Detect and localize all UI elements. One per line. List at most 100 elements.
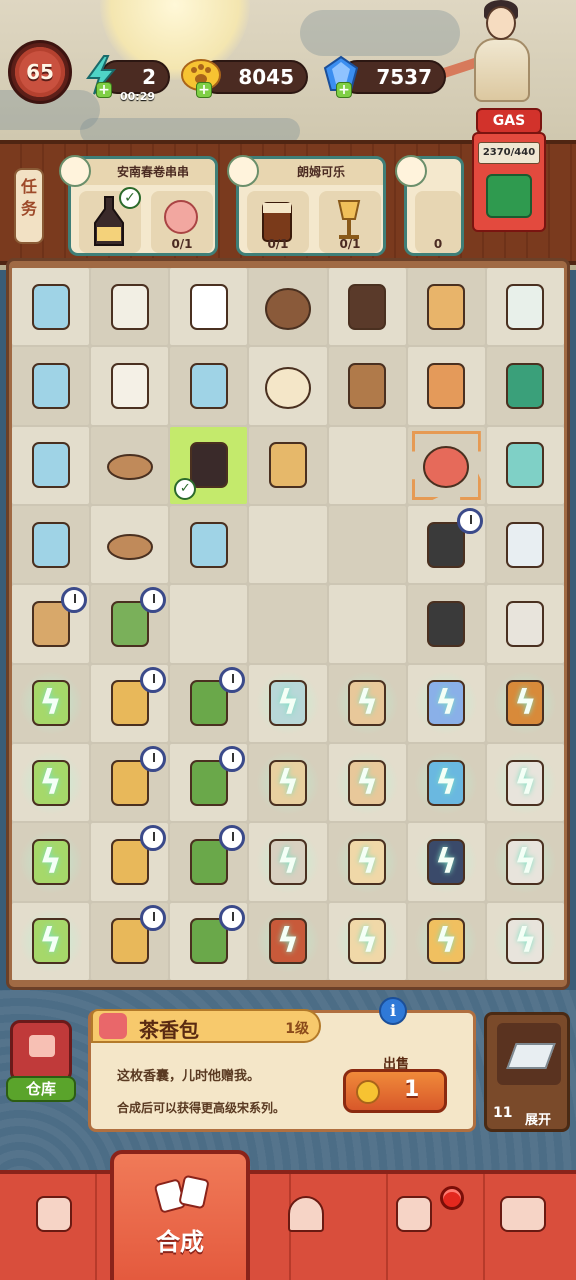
board-cell[interactable] [91,585,169,663]
info-icon[interactable]: i [379,997,407,1025]
nav-merge-label: 合成 [156,1228,204,1256]
tasks-tab[interactable]: 任 务 [14,168,44,244]
gas-button[interactable] [486,174,532,218]
board-cell[interactable]: ϟ [12,744,90,822]
sachet-icon [99,1013,127,1039]
board-cell[interactable]: ϟ [12,823,90,901]
timer-clock-icon [140,904,167,931]
board-cell[interactable]: ϟ [407,744,485,822]
lightning-icon: ϟ [355,683,379,724]
board-cell[interactable]: ϟ [12,902,90,980]
board-cell[interactable] [407,347,485,425]
board-cell[interactable] [170,744,248,822]
board-cell[interactable] [170,664,248,742]
board-cell[interactable] [12,585,90,663]
board-cell[interactable]: ϟ [486,823,564,901]
add-energy-icon[interactable]: + [96,82,112,98]
board-cell[interactable] [328,426,406,504]
board-cell[interactable] [486,268,564,346]
add-gem-icon[interactable]: + [336,82,352,98]
board-cell[interactable] [91,664,169,742]
board-cell[interactable] [12,347,90,425]
nav-map[interactable] [384,1188,444,1248]
board-cell[interactable] [170,902,248,980]
board-cell[interactable]: ϟ [486,902,564,980]
board-cell[interactable] [407,426,485,504]
board-cell[interactable] [407,506,485,584]
board-cell[interactable]: ϟ [328,744,406,822]
board-cell[interactable] [91,347,169,425]
board-cell[interactable] [328,585,406,663]
chef-hat-icon [189,283,228,330]
board-cell[interactable]: ϟ [328,823,406,901]
storage-box-icon [10,1020,72,1082]
gem-counter[interactable]: + 7537 [323,55,446,98]
board-cell[interactable] [170,823,248,901]
board-cell[interactable]: ϟ [486,664,564,742]
storage-button[interactable]: 仓库 [6,1020,76,1102]
energy-counter[interactable]: + 2 [86,55,170,98]
notification-dot-icon [440,1186,464,1210]
board-cell[interactable] [407,268,485,346]
board-cell[interactable] [249,585,327,663]
board-cell[interactable] [91,268,169,346]
drink-icon [189,362,228,409]
order-card[interactable]: 0 [395,155,464,256]
board-cell[interactable] [91,744,169,822]
add-coin-icon[interactable]: + [196,82,212,98]
lightning-icon: ϟ [435,762,458,803]
item-level: 1级 [285,1021,309,1037]
board-cell[interactable]: ϟ [407,664,485,742]
sell-button[interactable]: 1 [343,1069,447,1113]
board-cell[interactable] [170,506,248,584]
board-cell[interactable]: ϟ [328,902,406,980]
board-cell[interactable] [12,506,90,584]
board-cell[interactable] [170,347,248,425]
board-cell[interactable] [249,426,327,504]
board-cell[interactable] [486,506,564,584]
player-level-badge[interactable]: 65 [8,40,72,104]
board-cell[interactable] [170,268,248,346]
nav-merge[interactable]: 合成 [110,1150,250,1280]
coin-counter[interactable]: + 8045 [181,59,308,98]
nav-service[interactable] [276,1188,336,1248]
board-cell[interactable] [407,585,485,663]
board-cell[interactable]: ϟ [249,664,327,742]
order-slot: 0 [415,191,461,253]
order-card[interactable]: 安南春卷串串 ✓ 0/1 [59,155,218,256]
board-cell[interactable] [91,426,169,504]
board-cell[interactable]: ϟ [407,823,485,901]
board-cell[interactable] [486,426,564,504]
board-cell[interactable]: ϟ [249,744,327,822]
board-cell[interactable] [12,268,90,346]
board-cell[interactable] [170,585,248,663]
board-cell[interactable] [328,268,406,346]
board-cell[interactable] [91,902,169,980]
order-count: 0/1 [339,237,361,251]
expand-inventory-button[interactable]: 11 展开 [484,1012,570,1132]
board-cell[interactable]: ϟ [486,744,564,822]
board-cell[interactable]: ϟ [328,664,406,742]
board-cell[interactable]: ϟ [249,823,327,901]
bus-icon [500,1196,546,1232]
nav-shop[interactable] [24,1188,84,1248]
order-card[interactable]: 朗姆可乐 0/1 0/1 [227,155,386,256]
board-cell[interactable] [328,506,406,584]
board-cell[interactable] [249,347,327,425]
board-cell[interactable]: ϟ [249,902,327,980]
board-cell[interactable] [91,506,169,584]
board-cell[interactable] [249,268,327,346]
board-cell[interactable]: ✓ [170,426,248,504]
nav-bus[interactable] [494,1188,554,1248]
board-cell[interactable] [91,823,169,901]
bottles-icon [506,521,545,568]
timer-clock-icon [219,746,246,772]
board-cell[interactable] [328,347,406,425]
board-cell[interactable] [12,426,90,504]
gas-pump[interactable]: GAS 2370/440 [472,108,546,232]
board-cell[interactable] [486,585,564,663]
board-cell[interactable] [249,506,327,584]
board-cell[interactable]: ϟ [12,664,90,742]
board-cell[interactable] [486,347,564,425]
board-cell[interactable]: ϟ [407,902,485,980]
